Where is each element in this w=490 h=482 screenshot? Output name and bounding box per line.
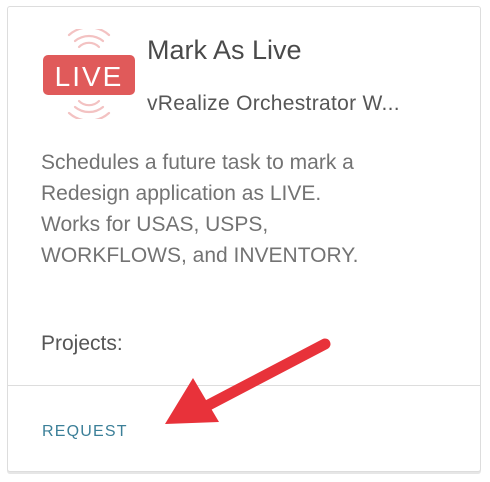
request-button[interactable]: REQUEST <box>42 423 128 441</box>
projects-label: Projects: <box>41 332 123 355</box>
catalog-item-card: LIVE Mark As Live vRealize Orchestrator … <box>7 6 481 472</box>
item-source: vRealize Orchestrator W... <box>147 92 400 115</box>
logo-text: LIVE <box>55 61 124 92</box>
live-broadcast-icon: LIVE <box>43 29 135 119</box>
item-description: Schedules a future task to mark a Redesi… <box>41 151 359 267</box>
card-divider <box>8 385 480 386</box>
item-title: Mark As Live <box>147 35 302 65</box>
